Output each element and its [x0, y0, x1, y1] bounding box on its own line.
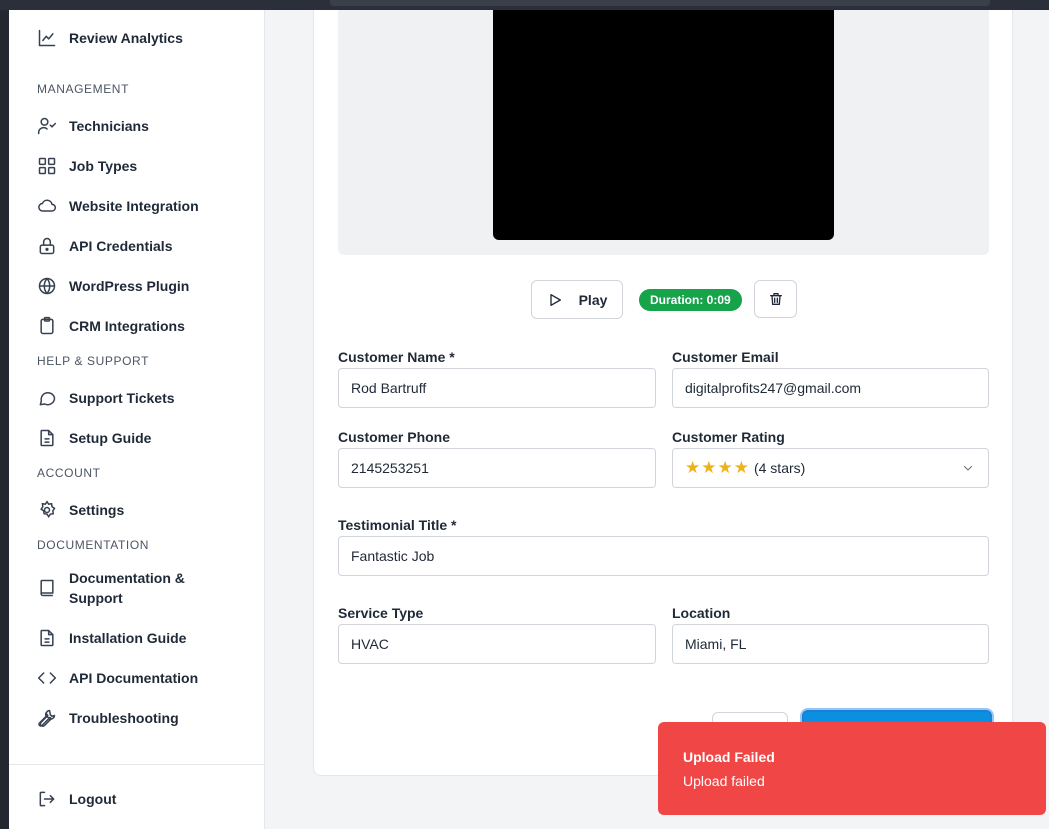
- customer-phone-label: Customer Phone: [338, 429, 451, 445]
- customer-name-label: Customer Name *: [338, 349, 455, 365]
- wrench-icon: [37, 708, 57, 728]
- delete-video-button[interactable]: [754, 280, 797, 318]
- grid-icon: [37, 156, 57, 176]
- book-icon: [37, 578, 57, 598]
- video-player[interactable]: [493, 10, 834, 240]
- browser-top-bar: [0, 0, 1049, 10]
- sidebar-divider: [9, 764, 264, 765]
- sidebar-item-technicians[interactable]: Technicians: [37, 116, 219, 136]
- customer-phone-input[interactable]: 2145253251: [338, 448, 656, 488]
- sidebar-item-label: Settings: [69, 502, 125, 518]
- sidebar-item-label: Troubleshooting: [69, 710, 179, 726]
- sidebar-item-label: Documentation & Support: [69, 570, 185, 606]
- lock-icon: [37, 236, 57, 256]
- window-left-edge: [0, 10, 9, 829]
- rating-text: (4 stars): [753, 460, 806, 476]
- sidebar-item-api-credentials[interactable]: API Credentials: [37, 236, 219, 256]
- sidebar-item-crm-integrations[interactable]: CRM Integrations: [37, 316, 219, 336]
- toast-title: Upload Failed: [683, 749, 775, 765]
- sidebar-item-label: Website Integration: [69, 198, 199, 214]
- logout-label: Logout: [69, 791, 117, 807]
- sidebar-item-label: API Credentials: [69, 238, 173, 254]
- sidebar-item-label: API Documentation: [69, 670, 199, 686]
- sidebar-item-label: CRM Integrations: [69, 318, 185, 334]
- sidebar-item-label: Support Tickets: [69, 390, 175, 406]
- sidebar-item-label: Review Analytics: [69, 30, 183, 46]
- service-type-input[interactable]: HVAC: [338, 624, 656, 664]
- customer-email-label: Customer Email: [672, 349, 779, 365]
- main-content: Play Duration: 0:09 Customer Name * Rod …: [265, 10, 1049, 829]
- service-type-label: Service Type: [338, 605, 424, 621]
- sidebar-item-installation-guide[interactable]: Installation Guide: [37, 628, 219, 648]
- error-toast[interactable]: Upload Failed Upload failed: [658, 722, 1046, 815]
- sidebar-item-label: WordPress Plugin: [69, 278, 190, 294]
- sidebar-item-troubleshooting[interactable]: Troubleshooting: [37, 708, 219, 728]
- clipboard-icon: [37, 316, 57, 336]
- customer-rating-label: Customer Rating: [672, 429, 785, 445]
- gear-icon: [37, 500, 57, 520]
- sidebar-item-job-types[interactable]: Job Types: [37, 156, 219, 176]
- sidebar-item-wordpress-plugin[interactable]: WordPress Plugin: [37, 276, 219, 296]
- sidebar-item-label: Setup Guide: [69, 430, 152, 446]
- section-documentation: DOCUMENTATION: [37, 538, 150, 552]
- testimonial-title-label: Testimonial Title *: [338, 517, 457, 533]
- document-icon: [37, 428, 57, 448]
- trash-icon: [769, 293, 782, 305]
- logout-icon: [37, 789, 57, 809]
- sidebar-item-review-analytics[interactable]: Review Analytics: [37, 28, 219, 48]
- section-help-support: HELP & SUPPORT: [37, 354, 149, 368]
- play-icon: [549, 293, 561, 306]
- sidebar-item-label: Job Types: [69, 158, 138, 174]
- play-button[interactable]: Play: [531, 280, 623, 319]
- logout-button[interactable]: Logout: [37, 789, 219, 809]
- testimonial-form-card: Play Duration: 0:09 Customer Name * Rod …: [313, 10, 1013, 776]
- top-strip: [330, 0, 990, 6]
- video-preview-area: [338, 10, 989, 255]
- duration-badge: Duration: 0:09: [639, 289, 742, 311]
- section-management: MANAGEMENT: [37, 82, 130, 96]
- sidebar-item-settings[interactable]: Settings: [37, 500, 219, 520]
- sidebar-item-label: Installation Guide: [69, 630, 187, 646]
- document-icon: [37, 628, 57, 648]
- testimonial-title-input[interactable]: Fantastic Job: [338, 536, 989, 576]
- sidebar: Review Analytics MANAGEMENT Technicians …: [9, 10, 265, 829]
- toast-message: Upload failed: [683, 773, 765, 789]
- users-icon: [37, 116, 57, 136]
- sidebar-item-support-tickets[interactable]: Support Tickets: [37, 388, 219, 408]
- play-label: Play: [578, 291, 608, 308]
- section-account: ACCOUNT: [37, 466, 101, 480]
- code-icon: [37, 668, 57, 688]
- location-label: Location: [672, 605, 731, 621]
- sidebar-item-label: Technicians: [69, 118, 149, 134]
- chat-bubble-icon: [37, 388, 57, 408]
- sidebar-item-setup-guide[interactable]: Setup Guide: [37, 428, 219, 448]
- customer-name-input[interactable]: Rod Bartruff: [338, 368, 656, 408]
- location-input[interactable]: Miami, FL: [672, 624, 989, 664]
- customer-rating-select[interactable]: ★★★★ (4 stars): [672, 448, 989, 488]
- globe-icon: [37, 276, 57, 296]
- video-controls: Play Duration: 0:09: [314, 280, 1014, 320]
- rating-stars: ★★★★: [685, 458, 750, 477]
- customer-email-input[interactable]: digitalprofits247@gmail.com: [672, 368, 989, 408]
- cloud-icon: [37, 196, 57, 216]
- sidebar-item-documentation-support[interactable]: Documentation & Support: [37, 568, 219, 608]
- sidebar-item-website-integration[interactable]: Website Integration: [37, 196, 219, 216]
- chart-line-icon: [37, 28, 57, 48]
- sidebar-item-api-documentation[interactable]: API Documentation: [37, 668, 219, 688]
- chevron-down-icon: [963, 465, 973, 471]
